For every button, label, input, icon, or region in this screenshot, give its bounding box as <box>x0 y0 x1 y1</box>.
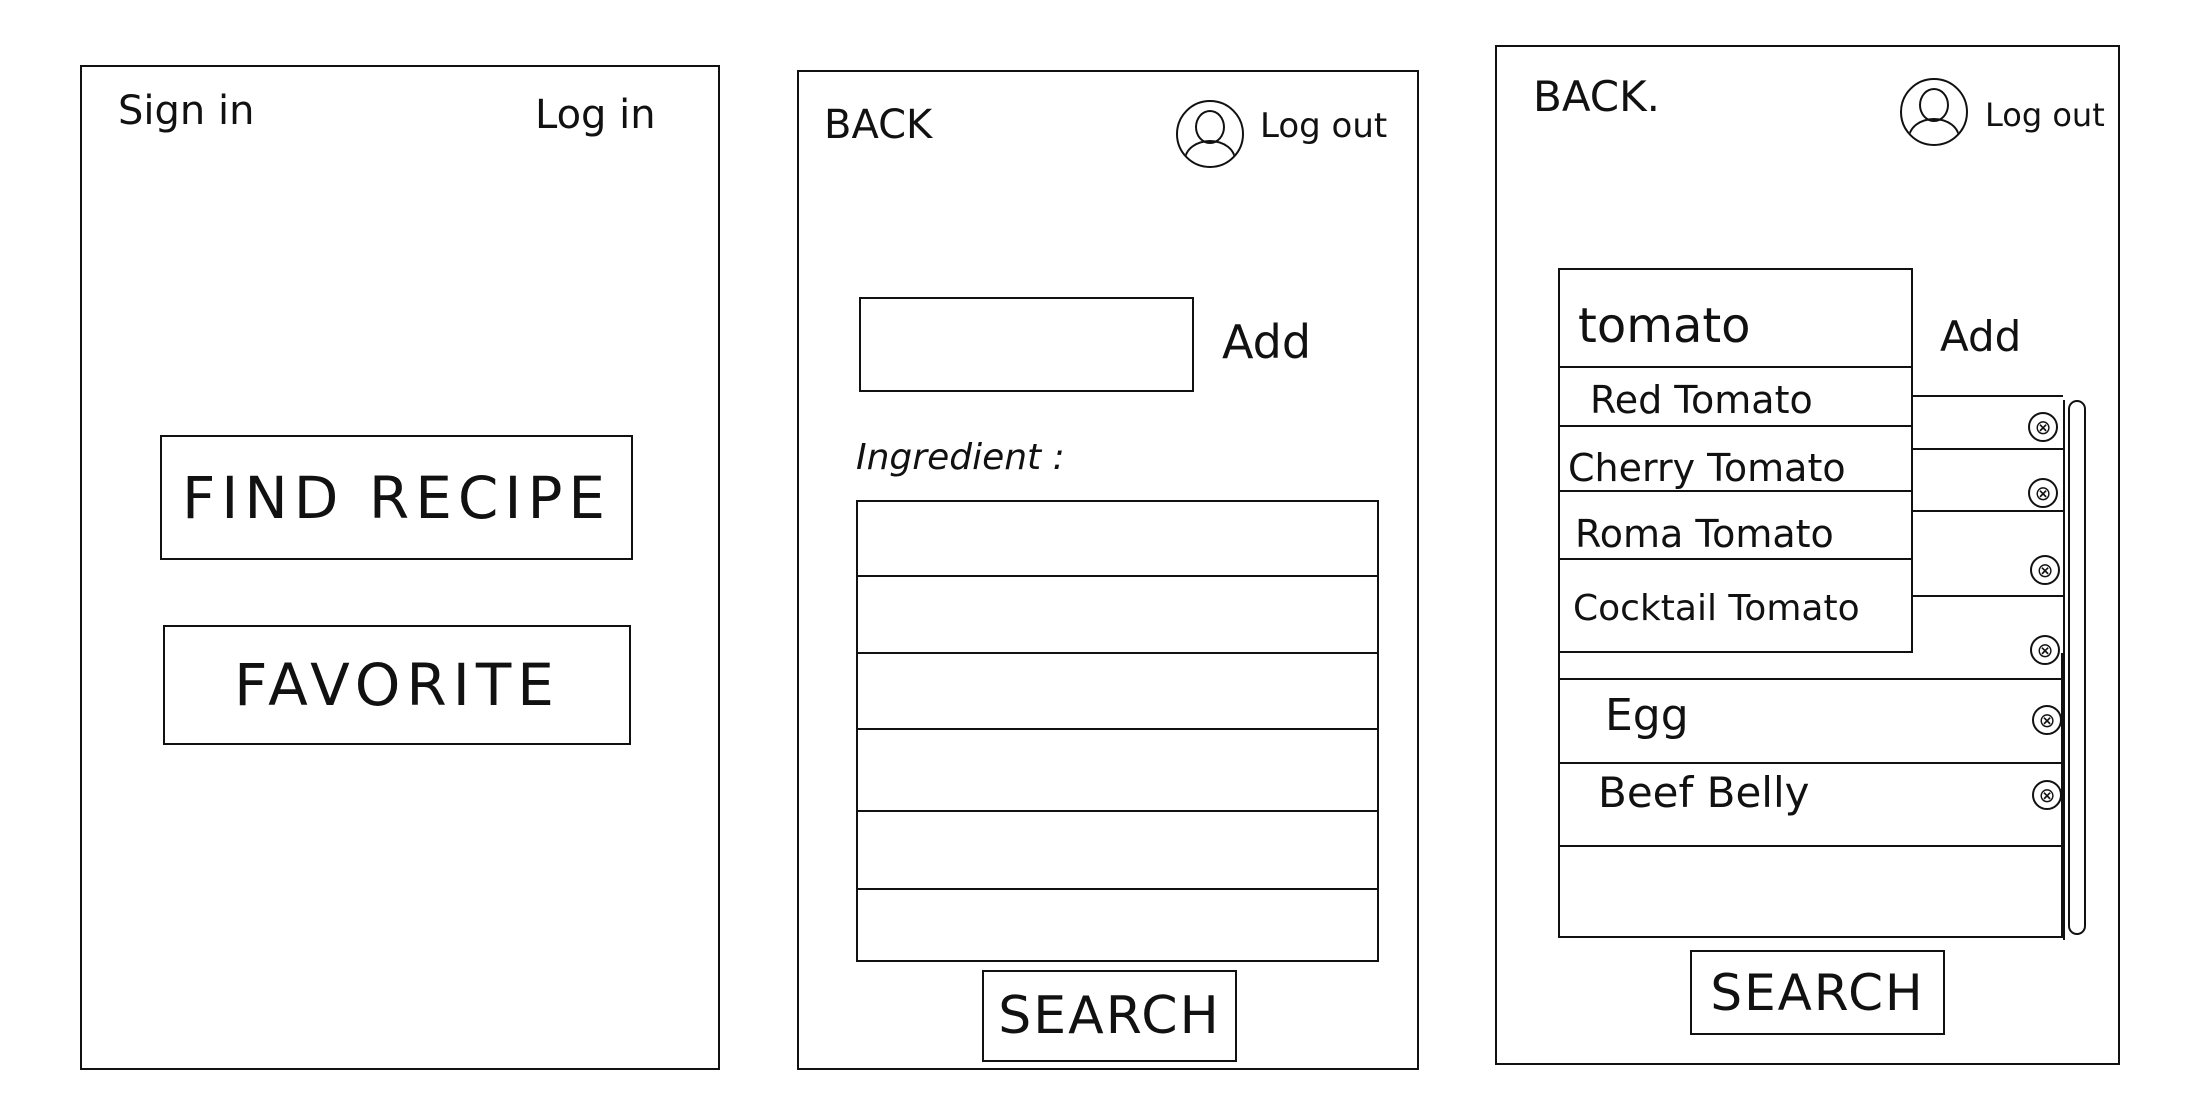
back-button[interactable]: BACK <box>824 102 932 148</box>
user-avatar-icon[interactable] <box>1900 78 1968 146</box>
ingredient-list-row-divider <box>1558 762 2063 764</box>
logout-link[interactable]: Log out <box>1985 96 2105 134</box>
ingredient-list-row-divider <box>856 575 1379 577</box>
remove-icon[interactable]: ⊗ <box>2030 555 2060 585</box>
favorite-label: FAVORITE <box>234 651 560 719</box>
suggestion-item[interactable]: Cocktail Tomato <box>1573 588 1860 629</box>
remove-icon[interactable]: ⊗ <box>2028 412 2058 442</box>
ingredient-list-row-divider <box>1913 510 2063 512</box>
ingredient-list-row-divider <box>856 728 1379 730</box>
ingredient-list-row-divider <box>1913 448 2063 450</box>
ingredient-item: Beef Belly <box>1598 768 1810 817</box>
autocomplete-divider <box>1558 558 1913 560</box>
logout-link[interactable]: Log out <box>1260 106 1387 146</box>
screen-home <box>80 65 720 1070</box>
remove-icon[interactable]: ⊗ <box>2030 635 2060 665</box>
search-button[interactable]: SEARCH <box>1690 950 1945 1035</box>
ingredient-list-row-divider <box>1558 678 2063 680</box>
autocomplete-divider <box>1558 490 1913 492</box>
remove-icon[interactable]: ⊗ <box>2028 478 2058 508</box>
ingredient-input[interactable] <box>859 297 1194 392</box>
ingredient-input-value: tomato <box>1578 298 1751 354</box>
search-label: SEARCH <box>998 986 1221 1046</box>
add-button[interactable]: Add <box>1222 315 1311 369</box>
ingredient-list-row-divider <box>1558 845 2063 847</box>
find-recipe-label: FIND RECIPE <box>181 463 612 532</box>
ingredient-list-right-edge <box>2063 400 2065 940</box>
back-button[interactable]: BACK. <box>1533 72 1660 121</box>
ingredient-list-row-divider <box>856 652 1379 654</box>
user-avatar-icon[interactable] <box>1176 100 1244 168</box>
sign-in-link[interactable]: Sign in <box>118 88 254 134</box>
find-recipe-button[interactable]: FIND RECIPE <box>160 435 633 560</box>
add-button[interactable]: Add <box>1940 312 2021 361</box>
ingredient-list <box>856 500 1379 962</box>
remove-icon[interactable]: ⊗ <box>2032 705 2062 735</box>
ingredient-list-row-divider <box>856 810 1379 812</box>
log-in-link[interactable]: Log in <box>535 92 656 138</box>
search-label: SEARCH <box>1710 963 1925 1022</box>
ingredient-list-row-divider <box>1913 595 2063 597</box>
ingredient-list-row-divider <box>1913 395 2063 397</box>
suggestion-item[interactable]: Red Tomato <box>1590 378 1813 422</box>
search-button[interactable]: SEARCH <box>982 970 1237 1062</box>
ingredient-item: Egg <box>1605 690 1689 741</box>
suggestion-item[interactable]: Roma Tomato <box>1575 512 1834 556</box>
ingredient-list-row-divider <box>856 888 1379 890</box>
remove-icon[interactable]: ⊗ <box>2032 780 2062 810</box>
autocomplete-divider <box>1558 425 1913 427</box>
favorite-button[interactable]: FAVORITE <box>163 625 631 745</box>
suggestion-item[interactable]: Cherry Tomato <box>1568 446 1846 490</box>
scrollbar[interactable] <box>2068 400 2086 935</box>
ingredient-label: Ingredient : <box>856 437 1065 478</box>
